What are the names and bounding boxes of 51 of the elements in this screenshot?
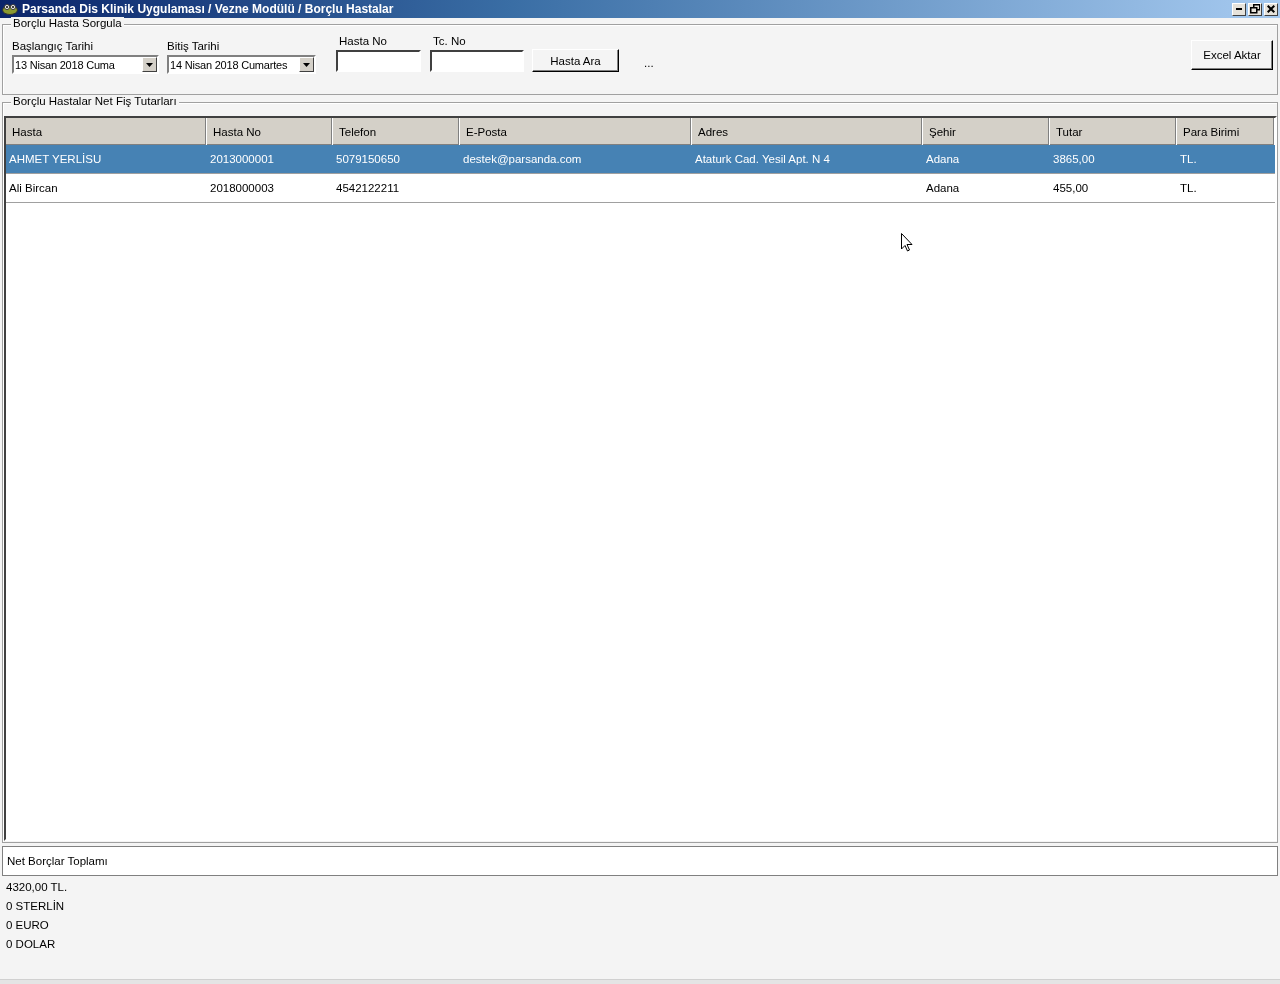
field-label: Başlangıç Tarihi (12, 40, 94, 52)
table-cell: TL. (1180, 153, 1197, 165)
total-amount: 0 STERLİN (6, 899, 66, 914)
column-header[interactable]: E-Posta (460, 118, 692, 145)
column-header[interactable]: Tutar (1050, 118, 1177, 145)
column-header[interactable]: Telefon (333, 118, 460, 145)
totals-heading: Net Borçlar Toplamı (7, 855, 108, 867)
text-field[interactable] (336, 50, 421, 72)
ellipsis-label: ... (644, 57, 654, 69)
group-legend: Borçlu Hastalar Net Fiş Tutarları (11, 95, 179, 107)
table-cell: Ali Bircan (9, 182, 58, 194)
restore-icon (1249, 4, 1261, 14)
table-cell: 455,00 (1053, 182, 1089, 194)
table-cell: TL. (1180, 182, 1197, 194)
column-header[interactable]: Hasta No (207, 118, 333, 145)
table-cell: Adana (926, 153, 960, 165)
table-cell: destek@parsanda.com (463, 153, 582, 165)
total-amount: 0 EURO (6, 918, 50, 933)
table-cell: 2018000003 (210, 182, 274, 194)
mouse-pointer-icon (901, 233, 913, 252)
field-label: Hasta No (339, 35, 388, 47)
table-cell: Adana (926, 182, 960, 194)
table-cell: Ataturk Cad. Yesil Apt. N 4 (695, 153, 830, 165)
table-row[interactable]: AHMET YERLİSU 2013000001 5079150650 destek@parsanda.com Ataturk Cad. Yesil Apt. N 4 Adana 3865,00 TL. (6, 145, 1275, 174)
column-header[interactable]: Adres (692, 118, 923, 145)
minimize-button[interactable] (1232, 2, 1246, 16)
restore-button[interactable] (1248, 2, 1262, 16)
column-header[interactable]: Para Birimi (1177, 118, 1275, 145)
total-amount: 0 DOLAR (6, 937, 57, 952)
field-label: Tc. No (433, 35, 467, 47)
text-field[interactable] (430, 50, 524, 72)
total-amount: 4320,00 TL. (6, 880, 69, 895)
table-row[interactable]: Ali Bircan 2018000003 4542122211 Adana 455,00 TL. (6, 174, 1275, 203)
table-cell: 4542122211 (336, 182, 400, 194)
date-picker[interactable]: 13 Nisan 2018 Cuma (12, 55, 159, 74)
date-picker[interactable]: 14 Nisan 2018 Cumartes (167, 55, 316, 74)
close-icon (1267, 5, 1275, 13)
frog-icon (2, 3, 18, 15)
search-button[interactable]: Hasta Ara (532, 49, 619, 72)
table-cell: 2013000001 (210, 153, 274, 165)
field-label: Bitiş Tarihi (167, 40, 221, 52)
table-cell: 3865,00 (1053, 153, 1095, 165)
table-cell: AHMET YERLİSU (9, 153, 102, 165)
minimize-icon (1236, 8, 1242, 10)
window-title: Parsanda Dis Klinik Uygulaması / Vezne Modülü / Borçlu Hastalar (22, 2, 394, 16)
column-header[interactable]: Şehir (923, 118, 1050, 145)
close-button[interactable] (1264, 2, 1278, 16)
export-button[interactable]: Excel Aktar (1191, 40, 1273, 70)
column-header[interactable]: Hasta (6, 118, 207, 145)
table-cell: 5079150650 (336, 153, 400, 165)
group-legend: Borçlu Hasta Sorgula (11, 17, 124, 29)
